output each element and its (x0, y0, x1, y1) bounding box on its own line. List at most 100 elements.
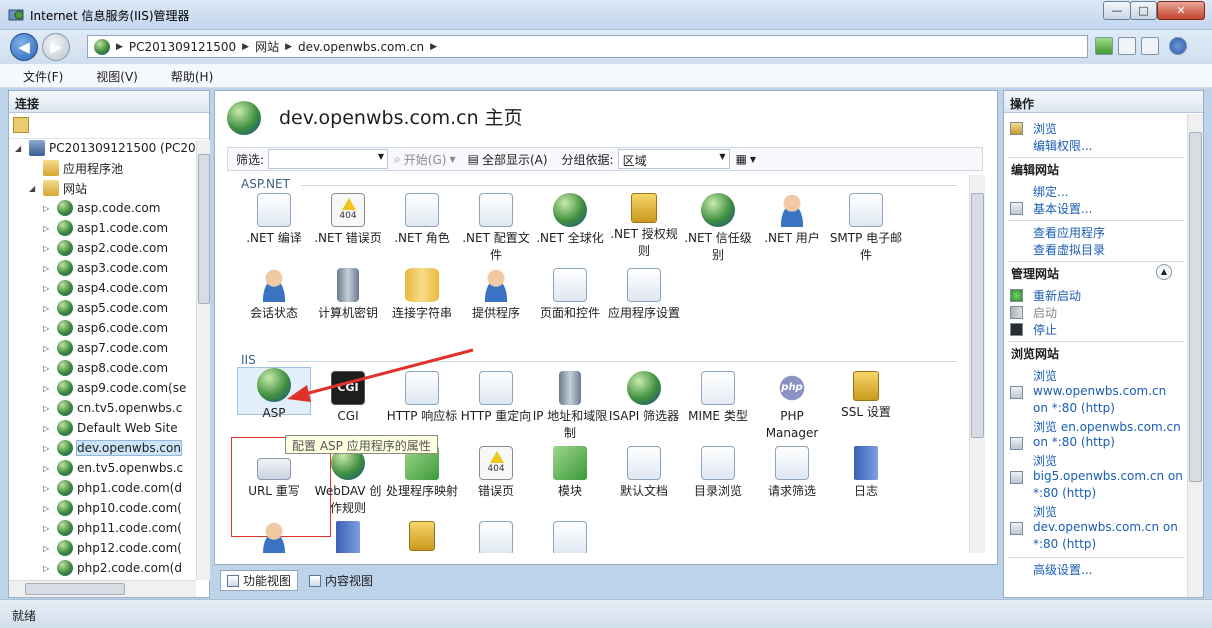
close-button[interactable]: ✕ (1157, 1, 1205, 20)
tree-toggle-icon[interactable]: ▷ (43, 464, 53, 473)
action-link[interactable]: on *:80 (http) (1033, 435, 1115, 449)
tree-node[interactable]: ▷ asp2.code.com (43, 238, 168, 258)
menu-help[interactable]: 帮助(H) (148, 64, 223, 87)
tree-toggle-icon[interactable]: ▷ (43, 424, 53, 433)
tree-node-label: asp4.code.com (77, 281, 169, 295)
tree-toggle-icon[interactable]: ▷ (43, 444, 53, 453)
action-link[interactable]: 重新启动 (1033, 287, 1081, 304)
tree-node[interactable]: ▷ asp1.code.com (43, 218, 168, 238)
tree-toggle-icon[interactable]: ▷ (43, 544, 53, 553)
forward-button[interactable]: ▶ (42, 33, 70, 61)
tree-node[interactable]: ▷ cn.tv5.openwbs.c (43, 398, 182, 418)
tree-node[interactable]: ▷ asp5.code.com (43, 298, 168, 318)
action-link[interactable]: 查看应用程序 (1033, 224, 1105, 241)
tree-toggle-icon[interactable]: ▷ (43, 364, 53, 373)
action-link[interactable]: 查看虚拟目录 (1033, 241, 1105, 258)
tree-toggle-icon[interactable]: ▷ (43, 484, 53, 493)
scroll-thumb[interactable] (25, 583, 125, 595)
tab-features-view[interactable]: 功能视图 (220, 570, 299, 591)
tree-toggle-icon[interactable]: ▷ (43, 244, 53, 253)
menu-file[interactable]: 文件(F) (0, 64, 73, 87)
tree-toggle-icon[interactable]: ▷ (43, 404, 53, 413)
tree-toggle-icon[interactable]: ▷ (43, 504, 53, 513)
tree-toggle-icon[interactable]: ▷ (43, 204, 53, 213)
tree-node[interactable]: ▷ php12.code.com( (43, 538, 182, 558)
action-link[interactable]: www.openwbs.com.cn (1033, 384, 1166, 398)
tree-node[interactable]: ▷ php11.code.com( (43, 518, 182, 538)
action-link[interactable]: 浏览 (1033, 120, 1057, 137)
breadcrumb[interactable]: ▶ PC201309121500 ▶ 网站 ▶ dev.openwbs.com.… (87, 35, 1088, 58)
tree-node[interactable]: ▷ asp6.code.com (43, 318, 168, 338)
action-link[interactable]: 浏览 (1033, 367, 1057, 384)
action-link[interactable]: 浏览 en.openwbs.com.cn (1033, 418, 1181, 435)
refresh-icon[interactable] (1095, 37, 1113, 55)
minimize-button[interactable]: — (1103, 1, 1131, 20)
scroll-thumb[interactable] (971, 193, 984, 438)
tree-toggle-icon[interactable]: ▷ (43, 384, 53, 393)
breadcrumb-sites[interactable]: 网站 (255, 38, 279, 55)
tree-toggle-icon[interactable]: ▷ (43, 304, 53, 313)
menu-view[interactable]: 视图(V) (73, 64, 148, 87)
actions-divider (1008, 261, 1184, 262)
tree-toggle-icon[interactable]: ▷ (43, 264, 53, 273)
maximize-button[interactable]: □ (1130, 1, 1157, 20)
action-link[interactable]: 编辑权限... (1033, 137, 1092, 154)
tree-node[interactable]: ▷ asp8.code.com (43, 358, 168, 378)
actions-vertical-scrollbar[interactable] (1187, 114, 1203, 597)
tree-node[interactable]: ▷ en.tv5.openwbs.c (43, 458, 183, 478)
tree-toggle-icon[interactable]: ▷ (43, 524, 53, 533)
home-icon[interactable] (1141, 37, 1159, 55)
tree-node-label: asp3.code.com (77, 261, 169, 275)
action-link[interactable]: 浏览 (1033, 503, 1057, 520)
action-link[interactable]: 停止 (1033, 321, 1057, 338)
tree-toggle-icon[interactable]: ◢ (29, 184, 39, 193)
tree-node[interactable]: ▷ asp3.code.com (43, 258, 168, 278)
tree-toggle-icon[interactable]: ▷ (43, 224, 53, 233)
scroll-thumb[interactable] (1189, 132, 1202, 482)
scroll-thumb[interactable] (198, 154, 210, 304)
site-globe-icon (57, 540, 73, 556)
tab-content-view[interactable]: 内容视图 (302, 570, 380, 591)
browse-site-icon (1010, 522, 1023, 535)
action-link[interactable]: big5.openwbs.com.cn on (1033, 469, 1183, 483)
action-link[interactable]: 浏览 (1033, 452, 1057, 469)
back-button[interactable]: ◀ (10, 33, 38, 61)
tree-toggle-icon[interactable]: ▷ (43, 324, 53, 333)
tree-node[interactable]: ▷ dev.openwbs.con (43, 438, 182, 458)
stop-icon[interactable] (1118, 37, 1136, 55)
action-link[interactable]: 高级设置... (1033, 561, 1092, 578)
tree-node[interactable]: ◢ PC201309121500 (PC201 (15, 140, 195, 158)
tree-node[interactable]: ▷ asp9.code.com(se (43, 378, 186, 398)
help-icon[interactable] (1169, 37, 1187, 55)
site-globe-icon (57, 240, 73, 256)
tree-node[interactable]: ◢ 网站 (29, 178, 87, 198)
action-link[interactable]: 启动 (1033, 304, 1057, 321)
tree-toggle-icon[interactable]: ▷ (43, 344, 53, 353)
tree-toggle-icon[interactable]: ◢ (15, 144, 25, 153)
new-connection-icon[interactable] (13, 117, 29, 133)
collapse-button[interactable]: ▲ (1156, 264, 1172, 280)
action-link[interactable]: *:80 (http) (1033, 486, 1096, 500)
tree-node[interactable]: ▷ php1.code.com(d (43, 478, 182, 498)
action-link[interactable]: dev.openwbs.com.cn on (1033, 520, 1178, 534)
tree-node-label: asp8.code.com (77, 361, 169, 375)
tree-node[interactable]: ▷ Default Web Site (43, 418, 178, 438)
tree-vertical-scrollbar[interactable] (196, 140, 210, 580)
tree-horizontal-scrollbar[interactable] (9, 580, 196, 597)
tree-node[interactable]: ▷ asp7.code.com (43, 338, 168, 358)
features-vertical-scrollbar[interactable] (969, 175, 985, 553)
action-link[interactable]: on *:80 (http) (1033, 401, 1115, 415)
tree-node[interactable]: ▷ asp.code.com (43, 198, 160, 218)
tree-node[interactable]: 应用程序池 (29, 158, 123, 178)
tree-node[interactable]: ▷ asp4.code.com (43, 278, 168, 298)
action-link[interactable]: 基本设置... (1033, 200, 1092, 217)
breadcrumb-server[interactable]: PC201309121500 (129, 40, 236, 54)
tree-toggle-icon[interactable]: ▷ (43, 284, 53, 293)
tree-node[interactable]: ▷ php10.code.com( (43, 498, 182, 518)
breadcrumb-site[interactable]: dev.openwbs.com.cn (298, 40, 424, 54)
action-link[interactable]: *:80 (http) (1033, 537, 1096, 551)
tree-toggle-icon[interactable]: ▷ (43, 564, 53, 573)
action-link[interactable]: 绑定... (1033, 183, 1068, 200)
tab-label: 功能视图 (243, 574, 292, 588)
tree-node[interactable]: ▷ php2.code.com(d (43, 558, 182, 578)
